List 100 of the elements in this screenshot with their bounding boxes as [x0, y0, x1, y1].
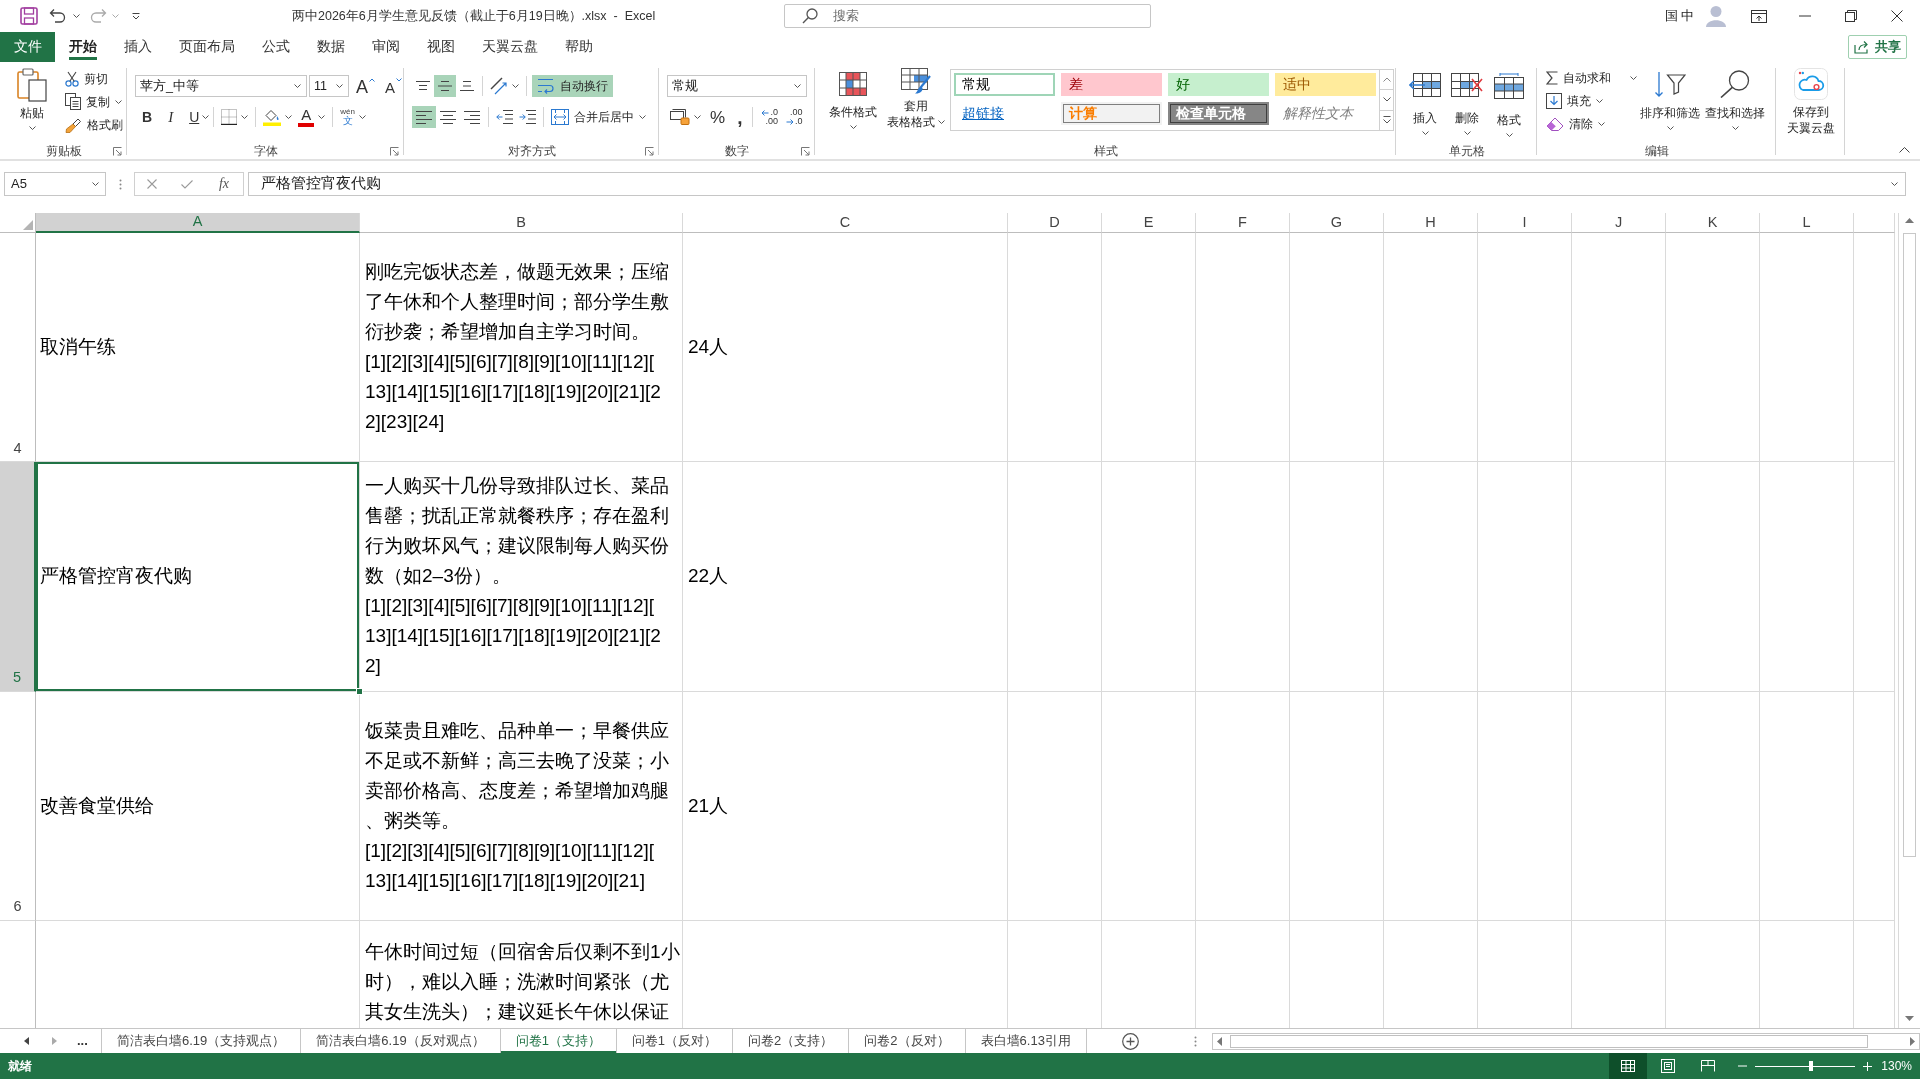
column-header[interactable]: D: [1008, 213, 1102, 233]
cell-style-option[interactable]: 解释性文本: [1275, 102, 1376, 125]
spreadsheet-cell[interactable]: [1290, 462, 1384, 692]
search-field[interactable]: 搜索: [784, 4, 1151, 28]
underline-button[interactable]: U: [186, 106, 203, 128]
spreadsheet-cell[interactable]: [1384, 691, 1478, 921]
spreadsheet-cell[interactable]: [1572, 691, 1666, 921]
paste-button[interactable]: 粘贴: [10, 62, 54, 142]
cell-style-option[interactable]: 检查单元格: [1168, 102, 1269, 125]
autosum-button[interactable]: 自动求和: [1543, 66, 1639, 89]
zoom-slider-thumb[interactable]: [1809, 1061, 1814, 1071]
spreadsheet-cell[interactable]: [1196, 462, 1290, 692]
spreadsheet-cell[interactable]: [1666, 233, 1760, 463]
row-header[interactable]: 4: [0, 233, 36, 463]
dots-icon[interactable]: [119, 178, 122, 190]
spreadsheet-cell[interactable]: 刚吃完饭状态差，做题无效果；压缩 了午休和个人整理时间；部分学生敷 衍抄袭；希望增加自主学习时间。 [1][2][3][4][5][6][7][8][9][10][11][12][ 13][14][15][16][17][18][19][20][21][2 2][23][24]: [360, 233, 683, 463]
dialog-launcher-icon[interactable]: [390, 146, 399, 156]
spreadsheet-cell[interactable]: [1008, 691, 1102, 921]
spreadsheet-cell[interactable]: [1572, 462, 1666, 692]
cell-style-option[interactable]: 好: [1168, 73, 1269, 96]
spreadsheet-cell[interactable]: [1102, 233, 1196, 463]
minimize-icon[interactable]: [1799, 15, 1811, 17]
column-header[interactable]: E: [1102, 213, 1196, 233]
column-header[interactable]: F: [1196, 213, 1290, 233]
column-header[interactable]: G: [1290, 213, 1384, 233]
zoom-in-icon[interactable]: [1863, 1061, 1873, 1071]
column-header[interactable]: J: [1572, 213, 1666, 233]
save-icon[interactable]: [20, 7, 38, 25]
column-header[interactable]: B: [360, 213, 683, 233]
spreadsheet-cell[interactable]: [1008, 462, 1102, 692]
spreadsheet-cell[interactable]: 严格管控宵夜代购: [36, 462, 360, 692]
spreadsheet-cell[interactable]: [1384, 233, 1478, 463]
horizontal-scrollbar[interactable]: [1211, 1032, 1920, 1050]
decrease-font-size-button[interactable]: A: [382, 75, 406, 97]
font-color-button[interactable]: A: [295, 106, 329, 128]
column-header[interactable]: I: [1478, 213, 1572, 233]
caret-icon[interactable]: [73, 14, 80, 18]
insert-button[interactable]: 插入: [1405, 62, 1445, 142]
number-format-dropdown[interactable]: 常规: [667, 75, 807, 97]
spreadsheet-cell[interactable]: [1760, 233, 1854, 463]
merge-center-button[interactable]: 合并后居中: [548, 105, 649, 129]
dialog-launcher-icon[interactable]: [113, 146, 122, 156]
dropdown-icon[interactable]: [132, 12, 140, 20]
spreadsheet-cell[interactable]: [1760, 462, 1854, 692]
column-header[interactable]: C: [683, 213, 1008, 233]
cell-style-option[interactable]: 差: [1061, 73, 1162, 96]
more-sheets-button[interactable]: ...: [77, 1031, 88, 1051]
spreadsheet-cell[interactable]: 21人: [683, 691, 1008, 921]
column-header[interactable]: [1854, 213, 1895, 233]
ribbon-tab[interactable]: 开始: [55, 32, 110, 62]
phonetic-guide-button[interactable]: wén 文: [337, 106, 369, 128]
save-to-cloud-button[interactable]: 保存到 天翼云盘: [1781, 62, 1841, 142]
spreadsheet-cell[interactable]: [1290, 691, 1384, 921]
ribbon-display-icon[interactable]: [1751, 9, 1767, 23]
share-button[interactable]: 共享: [1848, 35, 1907, 59]
spreadsheet-cell[interactable]: [1478, 691, 1572, 921]
column-header[interactable]: A: [36, 213, 360, 233]
ribbon-tab[interactable]: 数据: [303, 32, 358, 62]
column-header[interactable]: K: [1666, 213, 1760, 233]
italic-button[interactable]: I: [165, 106, 177, 128]
align-middle-button[interactable]: [434, 75, 456, 97]
spreadsheet-cell[interactable]: [1102, 691, 1196, 921]
select-all-button[interactable]: [0, 213, 36, 233]
spreadsheet-cell[interactable]: [1384, 462, 1478, 692]
normal-view-button[interactable]: [1609, 1053, 1648, 1079]
next-sheet-icon[interactable]: [52, 1037, 57, 1045]
font-size-dropdown[interactable]: 11: [309, 75, 349, 97]
bold-button[interactable]: B: [139, 106, 156, 128]
spreadsheet-cell[interactable]: 取消午练: [36, 233, 360, 463]
copy-button[interactable]: 复制: [62, 90, 126, 113]
fill-handle[interactable]: [356, 687, 363, 695]
cell-style-option[interactable]: 超链接: [954, 102, 1055, 125]
increase-decimal-button[interactable]: .0 .00: [757, 106, 782, 128]
spreadsheet-cell[interactable]: [1854, 462, 1895, 692]
cancel-icon[interactable]: [146, 179, 157, 189]
ribbon-tab[interactable]: 公式: [248, 32, 303, 62]
cell-style-option[interactable]: 适中: [1275, 73, 1376, 96]
file-menu-button[interactable]: 文件: [0, 32, 55, 62]
restore-icon[interactable]: [1845, 10, 1857, 22]
column-header[interactable]: L: [1760, 213, 1854, 233]
sheet-tab[interactable]: 问卷1（支持）: [500, 1029, 617, 1053]
scrollbar-thumb[interactable]: [1903, 233, 1916, 857]
comma-style-button[interactable]: ,: [731, 106, 749, 128]
scroll-right-icon[interactable]: [1910, 1036, 1915, 1046]
close-icon[interactable]: [1891, 10, 1903, 22]
avatar-icon[interactable]: [1706, 5, 1726, 27]
redo-icon[interactable]: [89, 8, 107, 24]
increase-indent-icon[interactable]: [519, 110, 536, 124]
check-icon[interactable]: [180, 179, 193, 189]
percent-style-button[interactable]: %: [704, 106, 732, 128]
spreadsheet-cell[interactable]: 24人: [683, 233, 1008, 463]
spreadsheet-cell[interactable]: 22人: [683, 462, 1008, 692]
undo-icon[interactable]: [49, 8, 67, 24]
dots-icon[interactable]: [1193, 1035, 1197, 1047]
spreadsheet-cell[interactable]: 饭菜贵且难吃、品种单一；早餐供应 不足或不新鲜；高三去晚了没菜；小 卖部价格高、态度差；希望增加鸡腿 、粥类等。 [1][2][3][4][5][6][7][8][9][10][11][12][ 13][14][15][16][17][18][19][20][21]: [360, 691, 683, 921]
spreadsheet-cell[interactable]: [1290, 233, 1384, 463]
sort-filter-button[interactable]: 排序和筛选: [1639, 62, 1701, 142]
spreadsheet-cell[interactable]: [1196, 691, 1290, 921]
spreadsheet-cell[interactable]: [1196, 233, 1290, 463]
scroll-up-icon[interactable]: [1905, 218, 1914, 223]
